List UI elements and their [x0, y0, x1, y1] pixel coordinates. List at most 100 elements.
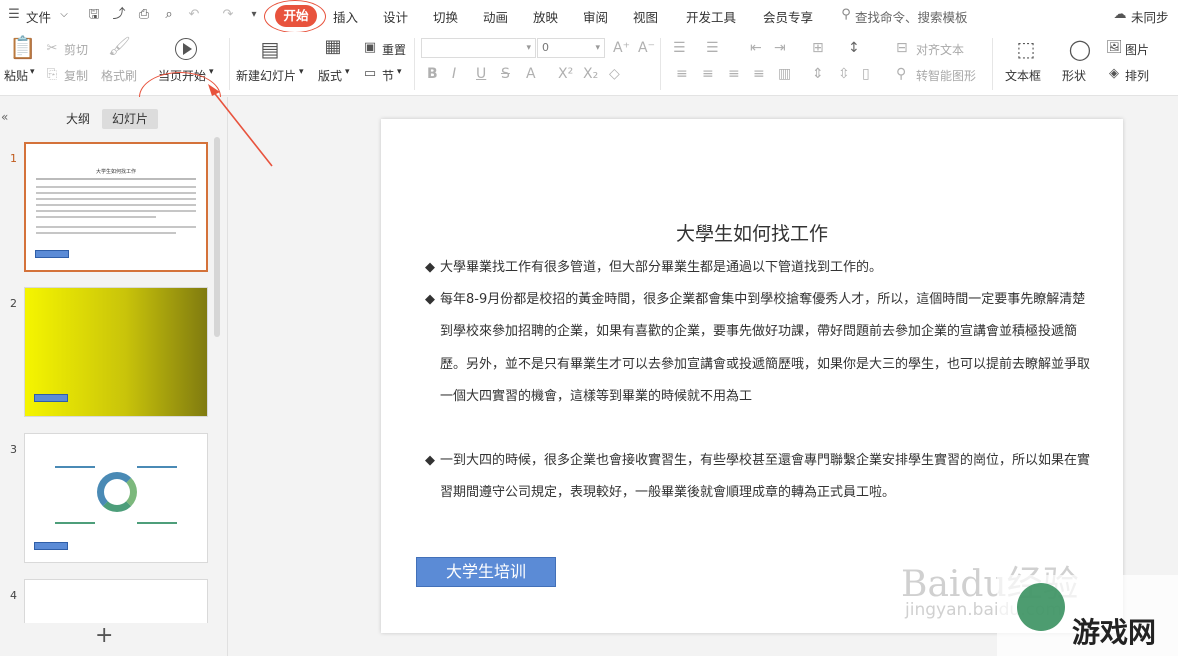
tab-review[interactable]: 审阅: [583, 7, 608, 26]
align-text-icon: ⊟: [896, 40, 908, 56]
align-right-icon[interactable]: ≡: [728, 66, 740, 82]
tab-slideshow[interactable]: 放映: [533, 7, 558, 26]
decrease-font-icon[interactable]: A⁻: [638, 40, 655, 56]
cut-button[interactable]: 剪切: [64, 41, 88, 58]
reset-button[interactable]: 重置: [382, 41, 406, 58]
increase-font-icon[interactable]: A⁺: [613, 40, 630, 56]
save-icon[interactable]: 🖫: [86, 7, 102, 23]
font-family-select[interactable]: ▾: [421, 38, 536, 58]
tab-outline[interactable]: 大纲: [58, 109, 98, 129]
line-spacing-icon[interactable]: ↕: [848, 40, 860, 56]
shape-button[interactable]: 形状: [1062, 67, 1086, 84]
distribute-icon[interactable]: ▥: [778, 66, 791, 82]
bullet-list-icon[interactable]: ☰: [673, 40, 686, 56]
paste-dropdown-icon[interactable]: ▾: [30, 67, 35, 77]
slide-thumbnail-4[interactable]: [24, 579, 208, 623]
tab-design[interactable]: 设计: [383, 7, 408, 26]
format-painter-button[interactable]: 格式刷: [101, 67, 137, 84]
search-command-box[interactable]: 查找命令、搜索模板: [855, 7, 968, 26]
textbox-button[interactable]: 文本框: [1005, 67, 1041, 84]
paste-icon[interactable]: 📋: [9, 36, 36, 62]
ribbon-divider: [660, 38, 661, 90]
tab-insert[interactable]: 插入: [333, 7, 358, 26]
copy-button[interactable]: 复制: [64, 67, 88, 84]
tab-start[interactable]: 开始: [275, 5, 317, 27]
bold-icon[interactable]: B: [427, 66, 438, 82]
bullet-1[interactable]: ◆ 大學畢業找工作有很多管道，但大部分畢業生都是通過以下管道找到工作的。: [425, 252, 1090, 284]
export-icon[interactable]: ⤴: [111, 7, 127, 23]
hamburger-icon[interactable]: ☰: [6, 7, 22, 23]
add-slide-button[interactable]: +: [95, 623, 113, 648]
slide-number: 2: [10, 297, 17, 310]
collapse-panel-icon[interactable]: «: [1, 110, 8, 124]
tab-view[interactable]: 视图: [633, 7, 658, 26]
slide-thumbnail-3[interactable]: [24, 433, 208, 563]
bullet-3[interactable]: ◆ 一到大四的時候，很多企業也會接收實習生，有些學校甚至還會專門聯繫企業安排學生實…: [425, 445, 1090, 510]
align-left-icon[interactable]: ≡: [676, 66, 688, 82]
convert-smartart-button[interactable]: 转智能图形: [916, 67, 976, 84]
undo-icon[interactable]: ↶: [186, 7, 202, 23]
redo-icon[interactable]: ↷: [220, 7, 236, 23]
slide-number: 3: [10, 443, 17, 456]
slide-thumbnail-2[interactable]: [24, 287, 208, 417]
ribbon-divider: [414, 38, 415, 90]
tab-animation[interactable]: 动画: [483, 7, 508, 26]
chevron-down-icon: ▾: [526, 43, 531, 53]
column-spacing-icon[interactable]: ⇕: [812, 66, 824, 82]
smart-art-icon: ⚲: [896, 66, 907, 82]
underline-icon[interactable]: U: [476, 66, 486, 82]
layout-button[interactable]: 版式: [318, 67, 342, 84]
chevron-down-icon[interactable]: ⌵: [56, 7, 72, 23]
text-direction-icon[interactable]: ⊞: [812, 40, 824, 56]
ribbon-toolbar: 📋 粘贴 ▾ ✂ 剪切 ⎘ 复制 🖌 格式刷 当页开始 ▾ ▤ 新建幻灯片 ▾ …: [0, 32, 1178, 122]
paragraph-spacing-icon[interactable]: ⇳: [838, 66, 850, 82]
chevron-down-icon[interactable]: ▾: [209, 67, 214, 77]
tab-transitions[interactable]: 切换: [433, 7, 458, 26]
play-circle-icon[interactable]: [175, 38, 197, 60]
tab-slides[interactable]: 幻灯片: [102, 109, 158, 129]
picture-button[interactable]: 图片: [1125, 41, 1149, 58]
columns-icon[interactable]: ▯: [862, 66, 870, 82]
slide-tag-label[interactable]: 大学生培训: [416, 557, 556, 587]
picture-icon: 🖼: [1106, 40, 1123, 55]
chevron-down-icon[interactable]: ▾: [345, 67, 350, 77]
align-center-icon[interactable]: ≡: [702, 66, 714, 82]
subscript-icon[interactable]: X₂: [583, 66, 598, 82]
clear-format-icon[interactable]: ◇: [609, 66, 620, 82]
chevron-down-icon[interactable]: ▾: [299, 67, 304, 77]
print-icon[interactable]: ⎙: [136, 7, 152, 23]
slide-thumbnail-1[interactable]: 大学生如何找工作: [24, 142, 208, 272]
chevron-down-icon[interactable]: ▾: [397, 67, 402, 77]
strikethrough-icon[interactable]: S: [501, 66, 510, 82]
print-preview-icon[interactable]: ⌕: [161, 7, 177, 23]
align-text-button[interactable]: 对齐文本: [916, 41, 964, 58]
slide-title[interactable]: 大學生如何找工作: [381, 219, 1123, 246]
bullet-2[interactable]: ◆ 每年8-9月份都是校招的黃金時間，很多企業都會集中到學校搶奪優秀人才，所以，這…: [425, 284, 1090, 413]
textbox-icon[interactable]: ⬚: [1014, 37, 1038, 61]
shape-icon[interactable]: ◯: [1068, 37, 1092, 61]
scissors-icon: ✂: [46, 41, 58, 56]
tab-developer[interactable]: 开发工具: [686, 7, 736, 26]
bullet-diamond-icon: ◆: [425, 260, 435, 275]
italic-icon[interactable]: I: [452, 66, 456, 82]
justify-icon[interactable]: ≡: [753, 66, 765, 82]
numbered-list-icon[interactable]: ☰: [706, 40, 719, 56]
font-color-icon[interactable]: A: [526, 66, 536, 82]
thumb-tag: [34, 542, 68, 550]
slide-number: 1: [10, 152, 17, 165]
font-size-select[interactable]: 0 ▾: [537, 38, 605, 58]
decrease-indent-icon[interactable]: ⇤: [750, 40, 762, 56]
sync-status[interactable]: 未同步: [1131, 7, 1169, 26]
tab-member[interactable]: 会员专享: [763, 7, 813, 26]
increase-indent-icon[interactable]: ⇥: [774, 40, 786, 56]
paste-button[interactable]: 粘贴: [4, 67, 28, 84]
section-button[interactable]: 节: [382, 67, 394, 84]
wps-presentation-window: ☰ 文件 ⌵ 🖫 ⤴ ⎙ ⌕ ↶ ↷ ▾ 开始 插入 设计 切换 动画 放映 审…: [0, 0, 1178, 656]
file-menu[interactable]: 文件: [26, 7, 51, 26]
customize-icon[interactable]: ▾: [246, 7, 262, 23]
new-slide-icon[interactable]: ▤: [258, 37, 282, 61]
superscript-icon[interactable]: X²: [558, 66, 573, 82]
layout-icon[interactable]: ▦: [322, 38, 344, 56]
slide-canvas: 大學生如何找工作 ◆ 大學畢業找工作有很多管道，但大部分畢業生都是通過以下管道找到…: [229, 97, 1178, 656]
arrange-button[interactable]: 排列: [1125, 67, 1149, 84]
